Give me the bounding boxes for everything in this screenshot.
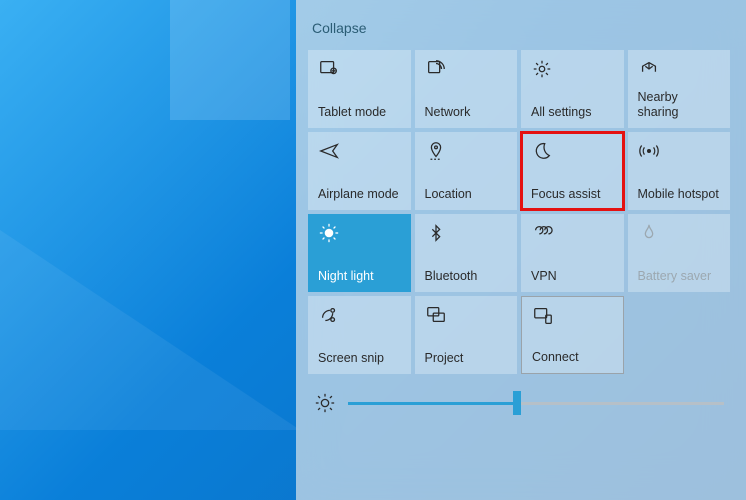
slider-fill: [348, 402, 517, 405]
tile-label: Mobile hotspot: [638, 187, 723, 202]
tile-label: Bluetooth: [425, 269, 510, 284]
tile-label: Battery saver: [638, 269, 723, 284]
bluetooth-icon: [425, 222, 447, 244]
tile-label: All settings: [531, 105, 616, 120]
brightness-slider[interactable]: [348, 393, 724, 413]
tile-focus-assist[interactable]: Focus assist: [521, 132, 624, 210]
tile-mobile-hotspot[interactable]: Mobile hotspot: [628, 132, 731, 210]
tile-vpn[interactable]: VPN: [521, 214, 624, 292]
screen-snip-icon: [318, 304, 340, 326]
tile-label: Connect: [532, 350, 615, 365]
slider-track: [348, 402, 724, 405]
night-light-icon: [318, 222, 340, 244]
tile-battery-saver[interactable]: Battery saver: [628, 214, 731, 292]
tile-label: VPN: [531, 269, 616, 284]
brightness-row: [308, 374, 730, 414]
moon-icon: [531, 140, 553, 162]
vpn-icon: [531, 222, 553, 244]
tile-label: Nearby sharing: [638, 90, 723, 120]
battery-saver-icon: [638, 222, 660, 244]
quick-action-tiles: Tablet mode Network All settings Nearby sha…: [308, 50, 730, 374]
tile-night-light[interactable]: Night light: [308, 214, 411, 292]
tile-label: Tablet mode: [318, 105, 403, 120]
tile-label: Night light: [318, 269, 403, 284]
tile-all-settings[interactable]: All settings: [521, 50, 624, 128]
wallpaper-shape: [0, 230, 300, 430]
tile-project[interactable]: Project: [415, 296, 518, 374]
tile-label: Location: [425, 187, 510, 202]
tile-nearby-sharing[interactable]: Nearby sharing: [628, 50, 731, 128]
wallpaper-shape: [170, 0, 290, 120]
tile-label: Project: [425, 351, 510, 366]
network-icon: [425, 58, 447, 80]
tile-airplane-mode[interactable]: Airplane mode: [308, 132, 411, 210]
tablet-mode-icon: [318, 58, 340, 80]
action-center-panel: Collapse Tablet mode Network All settings N…: [296, 0, 746, 500]
tile-network[interactable]: Network: [415, 50, 518, 128]
airplane-icon: [318, 140, 340, 162]
desktop: Collapse Tablet mode Network All settings N…: [0, 0, 746, 500]
nearby-sharing-icon: [638, 58, 660, 80]
connect-icon: [532, 305, 554, 327]
collapse-link[interactable]: Collapse: [308, 14, 370, 50]
tile-bluetooth[interactable]: Bluetooth: [415, 214, 518, 292]
tile-screen-snip[interactable]: Screen snip: [308, 296, 411, 374]
tile-location[interactable]: Location: [415, 132, 518, 210]
tile-connect[interactable]: Connect: [521, 296, 624, 374]
tile-label: Screen snip: [318, 351, 403, 366]
tile-tablet-mode[interactable]: Tablet mode: [308, 50, 411, 128]
tile-label: Network: [425, 105, 510, 120]
hotspot-icon: [638, 140, 660, 162]
slider-thumb[interactable]: [513, 391, 521, 415]
tile-label: Focus assist: [531, 187, 616, 202]
tile-label: Airplane mode: [318, 187, 403, 202]
project-icon: [425, 304, 447, 326]
brightness-icon: [314, 392, 336, 414]
location-icon: [425, 140, 447, 162]
settings-icon: [531, 58, 553, 80]
